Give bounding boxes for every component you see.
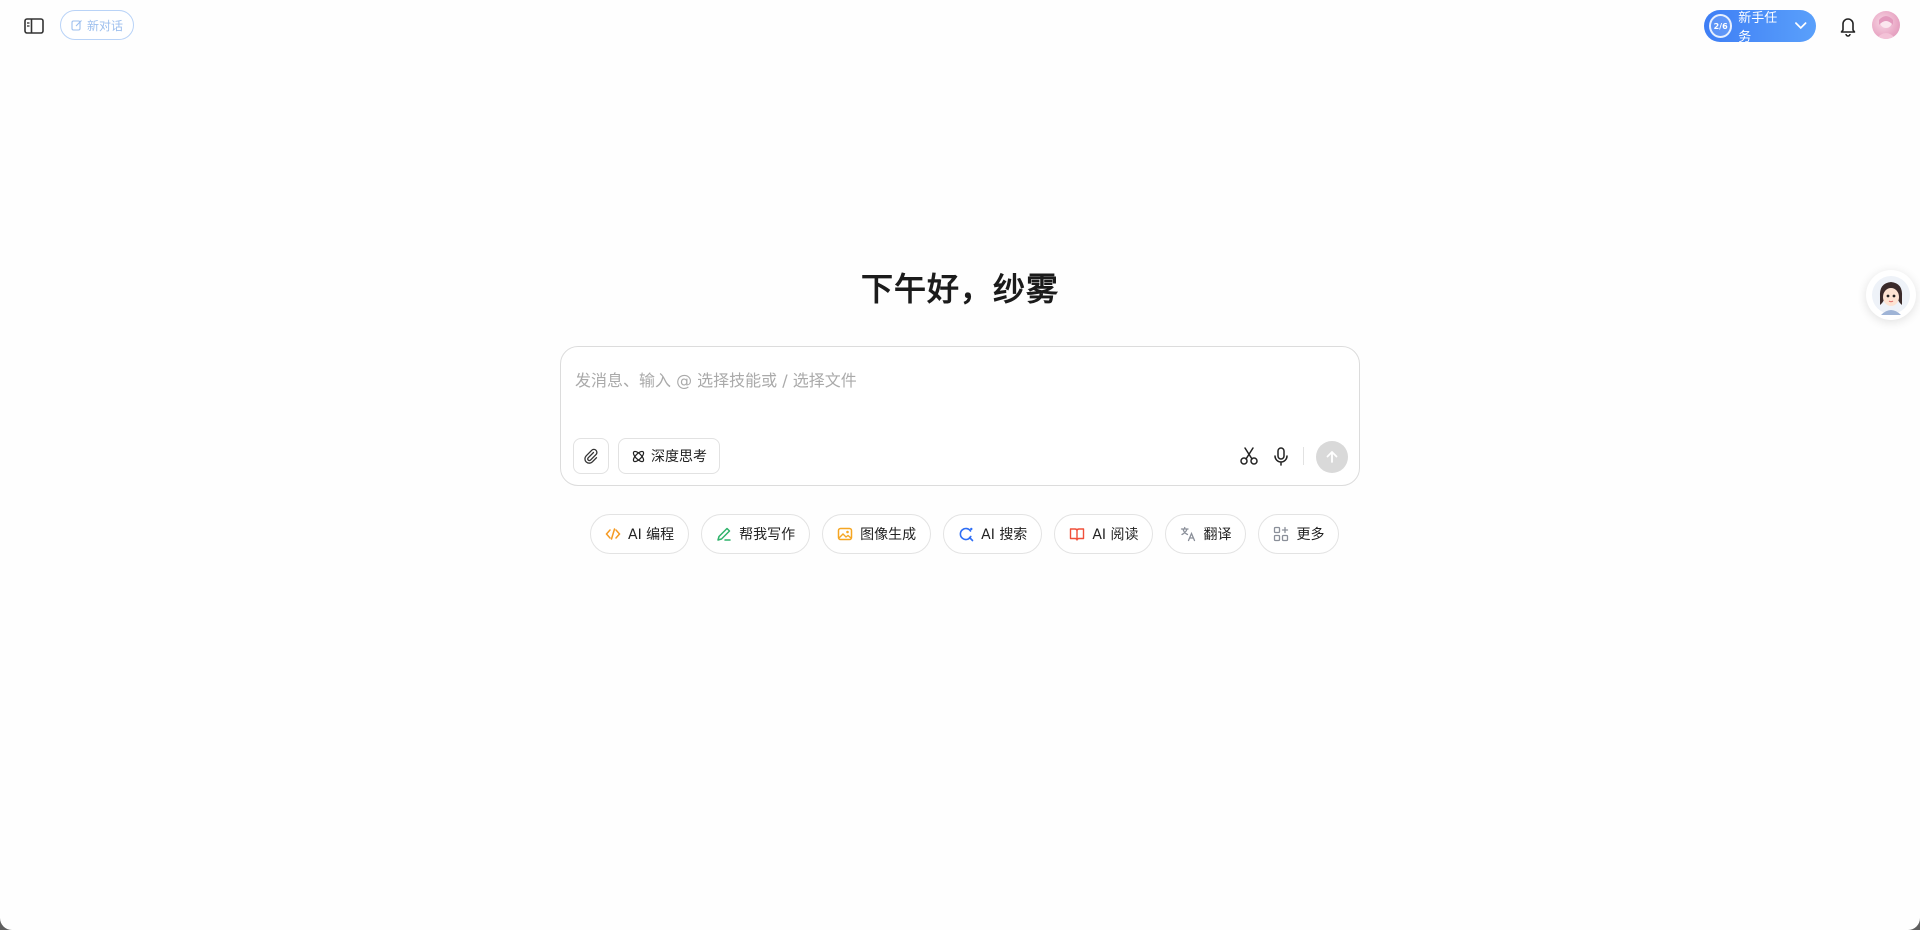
chip-ai-search[interactable]: AI 搜索 [943, 514, 1043, 554]
message-composer: 深度思考 [560, 346, 1360, 486]
toolbar-divider [1303, 447, 1304, 465]
arrow-up-icon [1326, 451, 1338, 463]
book-icon [1070, 528, 1085, 541]
chip-ai-coding[interactable]: AI 编程 [590, 514, 690, 554]
paperclip-icon [584, 448, 598, 464]
user-avatar[interactable] [1872, 11, 1900, 39]
translate-icon [1181, 526, 1196, 542]
chip-image-generation[interactable]: 图像生成 [822, 514, 932, 554]
image-icon [837, 527, 853, 541]
attach-button[interactable] [573, 438, 609, 474]
atom-icon [632, 450, 645, 462]
chip-label: 图像生成 [860, 527, 917, 543]
app-window: 新对话 2/6 新手任务 下午好，纱雾 深度思考 [0, 0, 1920, 930]
sidebar-toggle-icon[interactable] [22, 16, 46, 36]
send-button[interactable] [1316, 441, 1348, 473]
chevron-down-icon [1795, 22, 1807, 30]
chip-label: 帮我写作 [739, 527, 796, 543]
new-chat-label: 新对话 [86, 18, 123, 33]
chip-label: AI 阅读 [1092, 527, 1139, 543]
message-input[interactable] [573, 359, 1347, 401]
quick-action-bar: AI 编程 帮我写作 图像生成 AI 搜索 AI 阅读 翻译 更多 [590, 514, 1340, 556]
deep-think-button[interactable]: 深度思考 [618, 438, 720, 474]
task-progress-badge: 2/6 [1709, 14, 1733, 38]
greeting-title: 下午好，纱雾 [860, 270, 1059, 308]
chip-translate[interactable]: 翻译 [1165, 514, 1247, 554]
grid-plus-icon [1274, 526, 1289, 542]
bell-icon[interactable] [1838, 15, 1858, 37]
edit-icon [71, 20, 82, 31]
chip-label: 更多 [1296, 527, 1325, 543]
task-label: 新手任务 [1738, 11, 1778, 45]
chip-ai-reading[interactable]: AI 阅读 [1054, 514, 1154, 554]
new-chat-button[interactable]: 新对话 [60, 10, 134, 40]
pen-icon [717, 527, 731, 541]
code-icon [605, 528, 621, 540]
microphone-icon[interactable] [1270, 445, 1292, 467]
chip-label: AI 搜索 [981, 527, 1028, 543]
scissors-icon[interactable] [1238, 445, 1260, 467]
chip-label: AI 编程 [628, 527, 675, 543]
chip-label: 翻译 [1203, 527, 1232, 543]
deep-think-label: 深度思考 [651, 449, 707, 465]
chip-help-writing[interactable]: 帮我写作 [701, 514, 811, 554]
search-icon [959, 527, 974, 542]
chip-more[interactable]: 更多 [1258, 514, 1340, 554]
onboarding-task-button[interactable]: 2/6 新手任务 [1704, 10, 1816, 45]
